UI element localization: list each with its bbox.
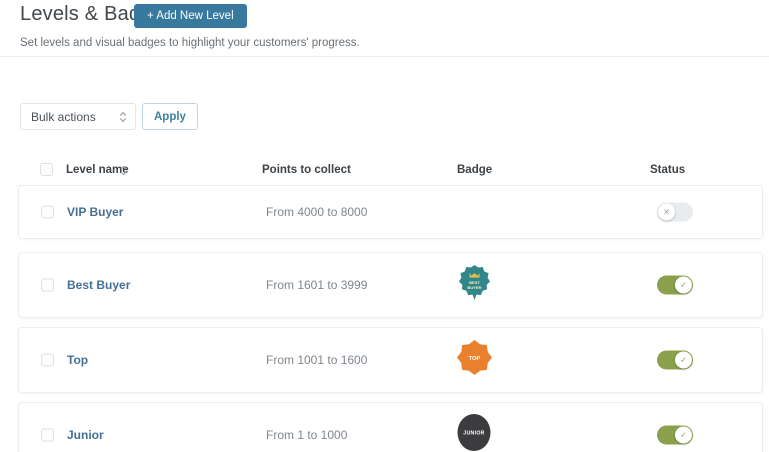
points-range: From 1001 to 1600 xyxy=(266,353,368,367)
level-name-link[interactable]: Junior xyxy=(67,428,104,442)
select-all-checkbox[interactable] xyxy=(40,163,53,176)
row-checkbox[interactable] xyxy=(41,428,54,442)
toggle-knob-check-icon: ✓ xyxy=(675,276,692,294)
level-name-link[interactable]: Best Buyer xyxy=(67,278,130,292)
svg-text:JUNIOR: JUNIOR xyxy=(463,431,484,437)
select-updown-chevron-icon xyxy=(119,111,127,122)
svg-text:BUYER: BUYER xyxy=(467,285,481,290)
table-row: Top From 1001 to 1600 TOP ✓ xyxy=(18,327,763,393)
levels-badges-page: Levels & Badges + Add New Level Set leve… xyxy=(0,0,769,452)
status-toggle[interactable]: ✓ xyxy=(657,425,693,445)
level-name-link[interactable]: VIP Buyer xyxy=(67,205,123,219)
table-header-row: Level name Points to collect Badge Statu… xyxy=(0,161,769,181)
badge-seal: TOP xyxy=(456,340,492,380)
sort-icon[interactable] xyxy=(120,165,127,176)
toggle-knob-check-icon: ✓ xyxy=(675,351,692,369)
points-range: From 1 to 1000 xyxy=(266,428,348,442)
badge-shield: BEST BUYER xyxy=(456,264,492,307)
page-subtitle: Set levels and visual badges to highligh… xyxy=(20,37,360,49)
level-name-link[interactable]: Top xyxy=(67,353,88,367)
row-checkbox[interactable] xyxy=(41,205,54,219)
row-checkbox[interactable] xyxy=(41,278,54,292)
points-range: From 1601 to 3999 xyxy=(266,278,368,292)
status-toggle[interactable]: ✕ xyxy=(657,202,693,222)
status-toggle[interactable]: ✓ xyxy=(657,275,693,295)
column-header-status: Status xyxy=(650,164,686,176)
badge-circle: JUNIOR xyxy=(456,414,492,452)
bulk-actions-select[interactable]: Bulk actions xyxy=(20,103,136,130)
column-header-badge: Badge xyxy=(457,164,493,176)
add-new-level-button[interactable]: + Add New Level xyxy=(134,4,247,28)
svg-text:TOP: TOP xyxy=(468,356,480,362)
apply-button[interactable]: Apply xyxy=(142,103,198,130)
toggle-knob-x-icon: ✕ xyxy=(658,203,675,221)
header-divider xyxy=(0,56,769,57)
points-range: From 4000 to 8000 xyxy=(266,205,368,219)
column-header-points: Points to collect xyxy=(262,164,351,176)
row-checkbox[interactable] xyxy=(41,353,54,367)
table-row: Junior From 1 to 1000 JUNIOR ✓ xyxy=(18,402,763,452)
table-row: VIP Buyer From 4000 to 8000 ✕ xyxy=(18,185,763,239)
table-row: Best Buyer From 1601 to 3999 BEST BUYER … xyxy=(18,252,763,318)
status-toggle[interactable]: ✓ xyxy=(657,350,693,370)
bulk-actions-selected-value: Bulk actions xyxy=(31,109,96,124)
toggle-knob-check-icon: ✓ xyxy=(675,426,692,444)
